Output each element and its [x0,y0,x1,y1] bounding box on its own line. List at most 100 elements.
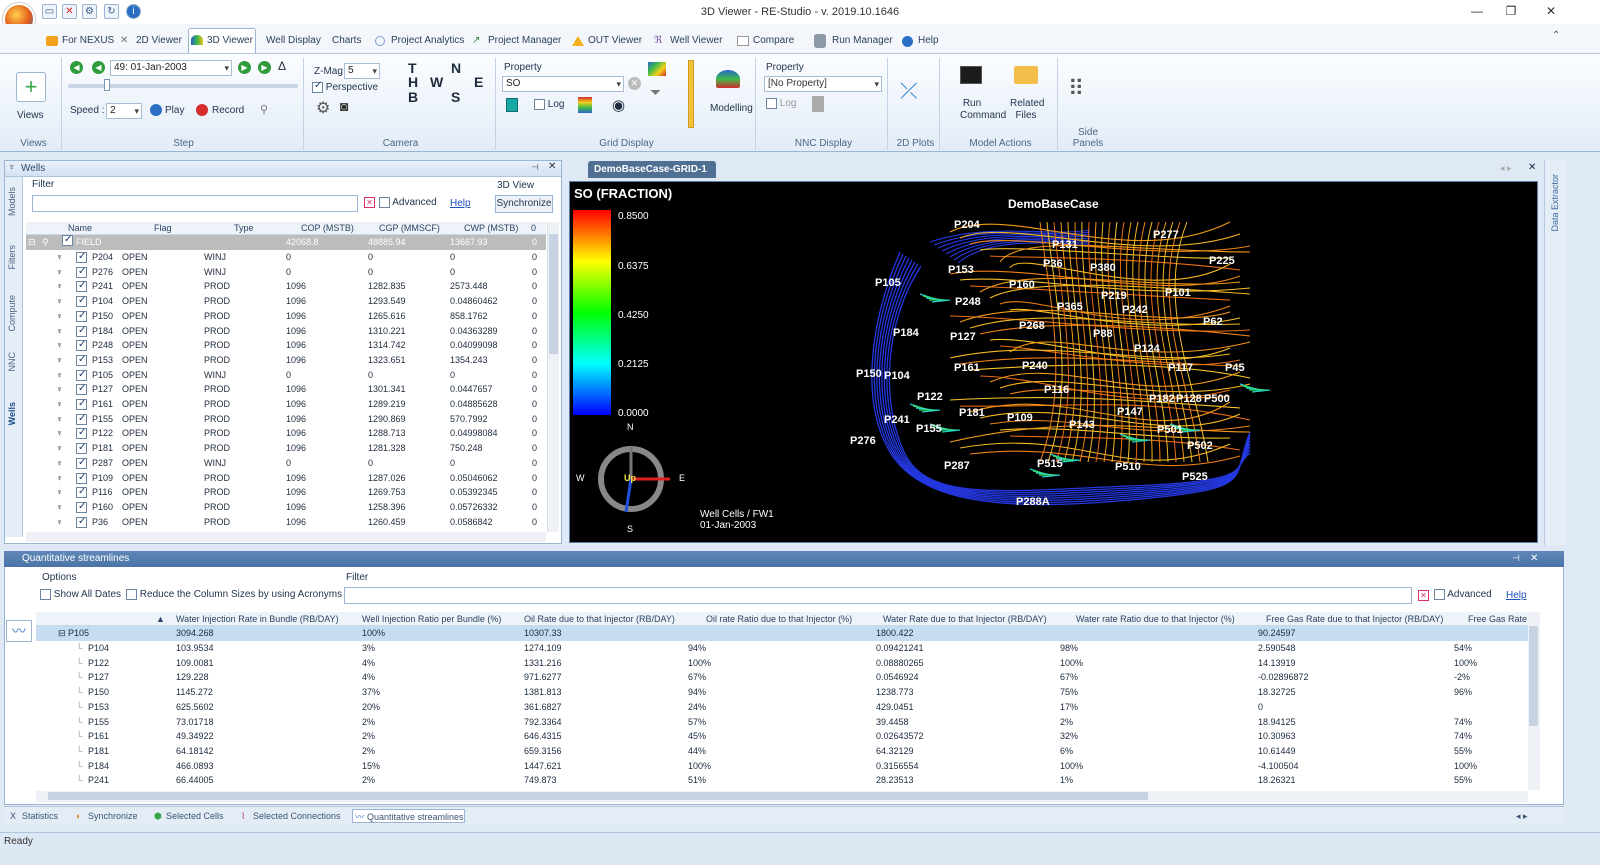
side-panels-icon[interactable]: ⠿ [1068,76,1084,102]
tab-well-viewer[interactable]: ℜ Well Viewer [652,30,722,52]
legend-icon[interactable] [578,97,592,113]
tab-statistics[interactable]: X Statistics [8,809,58,823]
side-tab-filters[interactable]: Filters [7,245,17,270]
qs-row[interactable]: └ P161 49.34922 2% 646.4315 45% 0.02643572 32% 1… [36,729,1528,744]
well-label[interactable]: P147 [1117,406,1143,418]
show-all-dates-checkbox[interactable] [40,589,51,600]
well-label[interactable]: P104 [884,370,910,382]
wells-vertical-scrollbar[interactable] [547,222,559,532]
well-row[interactable]: ♆P105OPENWINJ0000 [26,368,546,383]
views-button-label[interactable]: Views [17,110,44,121]
well-row[interactable]: ♆P109OPENPROD10961287.0260.050460620 [26,471,546,486]
col-oil-ratio[interactable]: Oil rate Ratio due to that Injector (%) [706,612,852,626]
viewer-tab[interactable]: DemoBaseCase-GRID-1 ✕ [588,161,716,192]
col-extra[interactable]: 0 [531,222,536,235]
well-label[interactable]: P288A [1016,496,1050,508]
qs-help-link[interactable]: Help [1506,590,1527,601]
folder-icon[interactable] [1014,66,1038,84]
well-label[interactable]: P109 [1007,412,1033,424]
well-label[interactable]: P161 [954,362,980,374]
well-label[interactable]: P268 [1019,320,1045,332]
add-view-icon[interactable]: + [16,72,46,102]
opacity-slider[interactable] [688,60,694,128]
streamlines-pin-icon[interactable]: ⊣ [1512,553,1520,564]
well-row[interactable]: ♆P160OPENPROD10961258.3960.057263320 [26,500,546,515]
col-free-gas-ratio[interactable]: Free Gas Rate [1468,612,1527,626]
qs-horizontal-scrollbar[interactable] [36,791,1528,802]
well-label[interactable]: P502 [1187,440,1213,452]
delta-icon[interactable]: Δ [278,59,286,73]
well-checkbox[interactable] [76,279,87,294]
well-checkbox[interactable] [76,294,87,309]
col-oil-rate[interactable]: Oil Rate due to that Injector (RB/DAY) [524,612,675,626]
well-checkbox[interactable] [76,250,87,265]
tab-compare[interactable]: Compare [735,30,794,52]
tab-nav-icon[interactable]: ◂ ▸ [1500,163,1512,174]
nnc-legend-icon[interactable] [812,96,824,112]
wells-horizontal-scrollbar[interactable] [26,532,546,542]
qs-clear-filter-icon[interactable]: ✕ [1418,590,1429,601]
show-all-dates-toggle[interactable]: Show All Dates [40,589,121,600]
side-tab-nnc[interactable]: NNC [7,352,17,372]
well-row[interactable]: ♆P181OPENPROD10961281.328750.2480 [26,441,546,456]
well-label[interactable]: P122 [917,391,943,403]
tab-project-manager[interactable]: ↗ Project Manager [470,30,561,52]
modelling-button[interactable]: Modelling [710,103,753,114]
nnc-log-checkbox[interactable] [766,98,777,109]
well-checkbox[interactable] [76,515,87,529]
well-checkbox[interactable] [76,471,87,485]
zmag-spinner[interactable]: 5 [344,63,380,79]
well-label[interactable]: P225 [1209,255,1235,267]
maximize-button[interactable]: ❐ [1500,3,1522,19]
wells-scroll-thumb[interactable] [549,234,558,354]
well-label[interactable]: P277 [1153,229,1179,241]
first-step-icon[interactable]: ◀ [70,61,83,74]
qs-row[interactable]: └ P153 625.5602 20% 361.6827 24% 429.0451 17% 0 [36,700,1528,715]
well-row[interactable]: ♆P248OPENPROD10961314.7420.040990980 [26,338,546,353]
streamlines-close-icon[interactable]: ✕ [1530,553,1538,564]
tab-run-manager[interactable]: Run Manager [812,30,893,52]
well-checkbox[interactable] [76,412,87,426]
grid-property-select[interactable]: SO [502,76,624,92]
close-wells-icon[interactable]: ✕ [548,161,556,172]
view-bottom-button[interactable]: B [408,89,418,105]
qs-vertical-scrollbar[interactable] [1528,612,1540,790]
grid-cube-icon[interactable] [506,98,518,112]
view-east-button[interactable]: E [474,74,483,90]
nnc-log-toggle[interactable]: Log [766,98,796,109]
record-icon[interactable] [196,104,208,116]
qs-advanced-toggle[interactable]: Advanced [1434,589,1492,600]
speed-spinner[interactable]: 2 [106,103,142,119]
well-row[interactable]: ♆P287OPENWINJ0000 [26,456,546,471]
close-window-button[interactable]: ✕ [1540,3,1562,19]
well-label[interactable]: P155 [916,423,942,435]
side-tab-data-extractor[interactable]: Data Extractor [1550,174,1560,232]
well-label[interactable]: P204 [954,219,980,231]
well-row[interactable]: ♆P161OPENPROD10961289.2190.048856280 [26,397,546,412]
well-label[interactable]: P88 [1093,328,1113,340]
camera-settings-icon[interactable]: ⚙ [316,98,330,118]
well-label[interactable]: P101 [1165,287,1191,299]
bottom-tabs-nav-icon[interactable]: ◂ ▸ [1516,809,1528,823]
wells-advanced-toggle[interactable]: Advanced [379,197,437,208]
well-label[interactable]: P181 [959,407,985,419]
view-west-button[interactable]: W [430,74,443,90]
well-row[interactable]: ♆P204OPENWINJ0000 [26,250,546,265]
tab-for-nexus[interactable]: For NEXUS [44,30,114,52]
well-row[interactable]: ♆P104OPENPROD10961293.5490.048604620 [26,294,546,309]
qs-row[interactable]: └ P122 109.0081 4% 1331.216 100% 0.08880265 100… [36,656,1528,671]
well-row[interactable]: ♆P153OPENPROD10961323.6511354.2430 [26,353,546,368]
well-label[interactable]: P515 [1037,458,1063,470]
well-label[interactable]: P380 [1090,262,1116,274]
well-label[interactable]: P62 [1203,316,1223,328]
well-checkbox[interactable] [76,456,87,470]
pin-icon[interactable]: ⊣ [531,162,539,173]
qs-row[interactable]: └ P150 1145.272 37% 1381.813 94% 1238.773 75% 18… [36,685,1528,700]
well-row[interactable]: ♆P116OPENPROD10961269.7530.053923450 [26,485,546,500]
well-label[interactable]: P45 [1225,362,1245,374]
prev-step-icon[interactable]: ◀ [92,61,105,74]
nnc-property-select[interactable]: [No Property] [764,76,882,92]
qs-scroll-thumb[interactable] [1529,626,1538,726]
modelling-icon[interactable] [716,70,740,88]
col-cgp[interactable]: CGP (MMSCF) [379,222,440,235]
